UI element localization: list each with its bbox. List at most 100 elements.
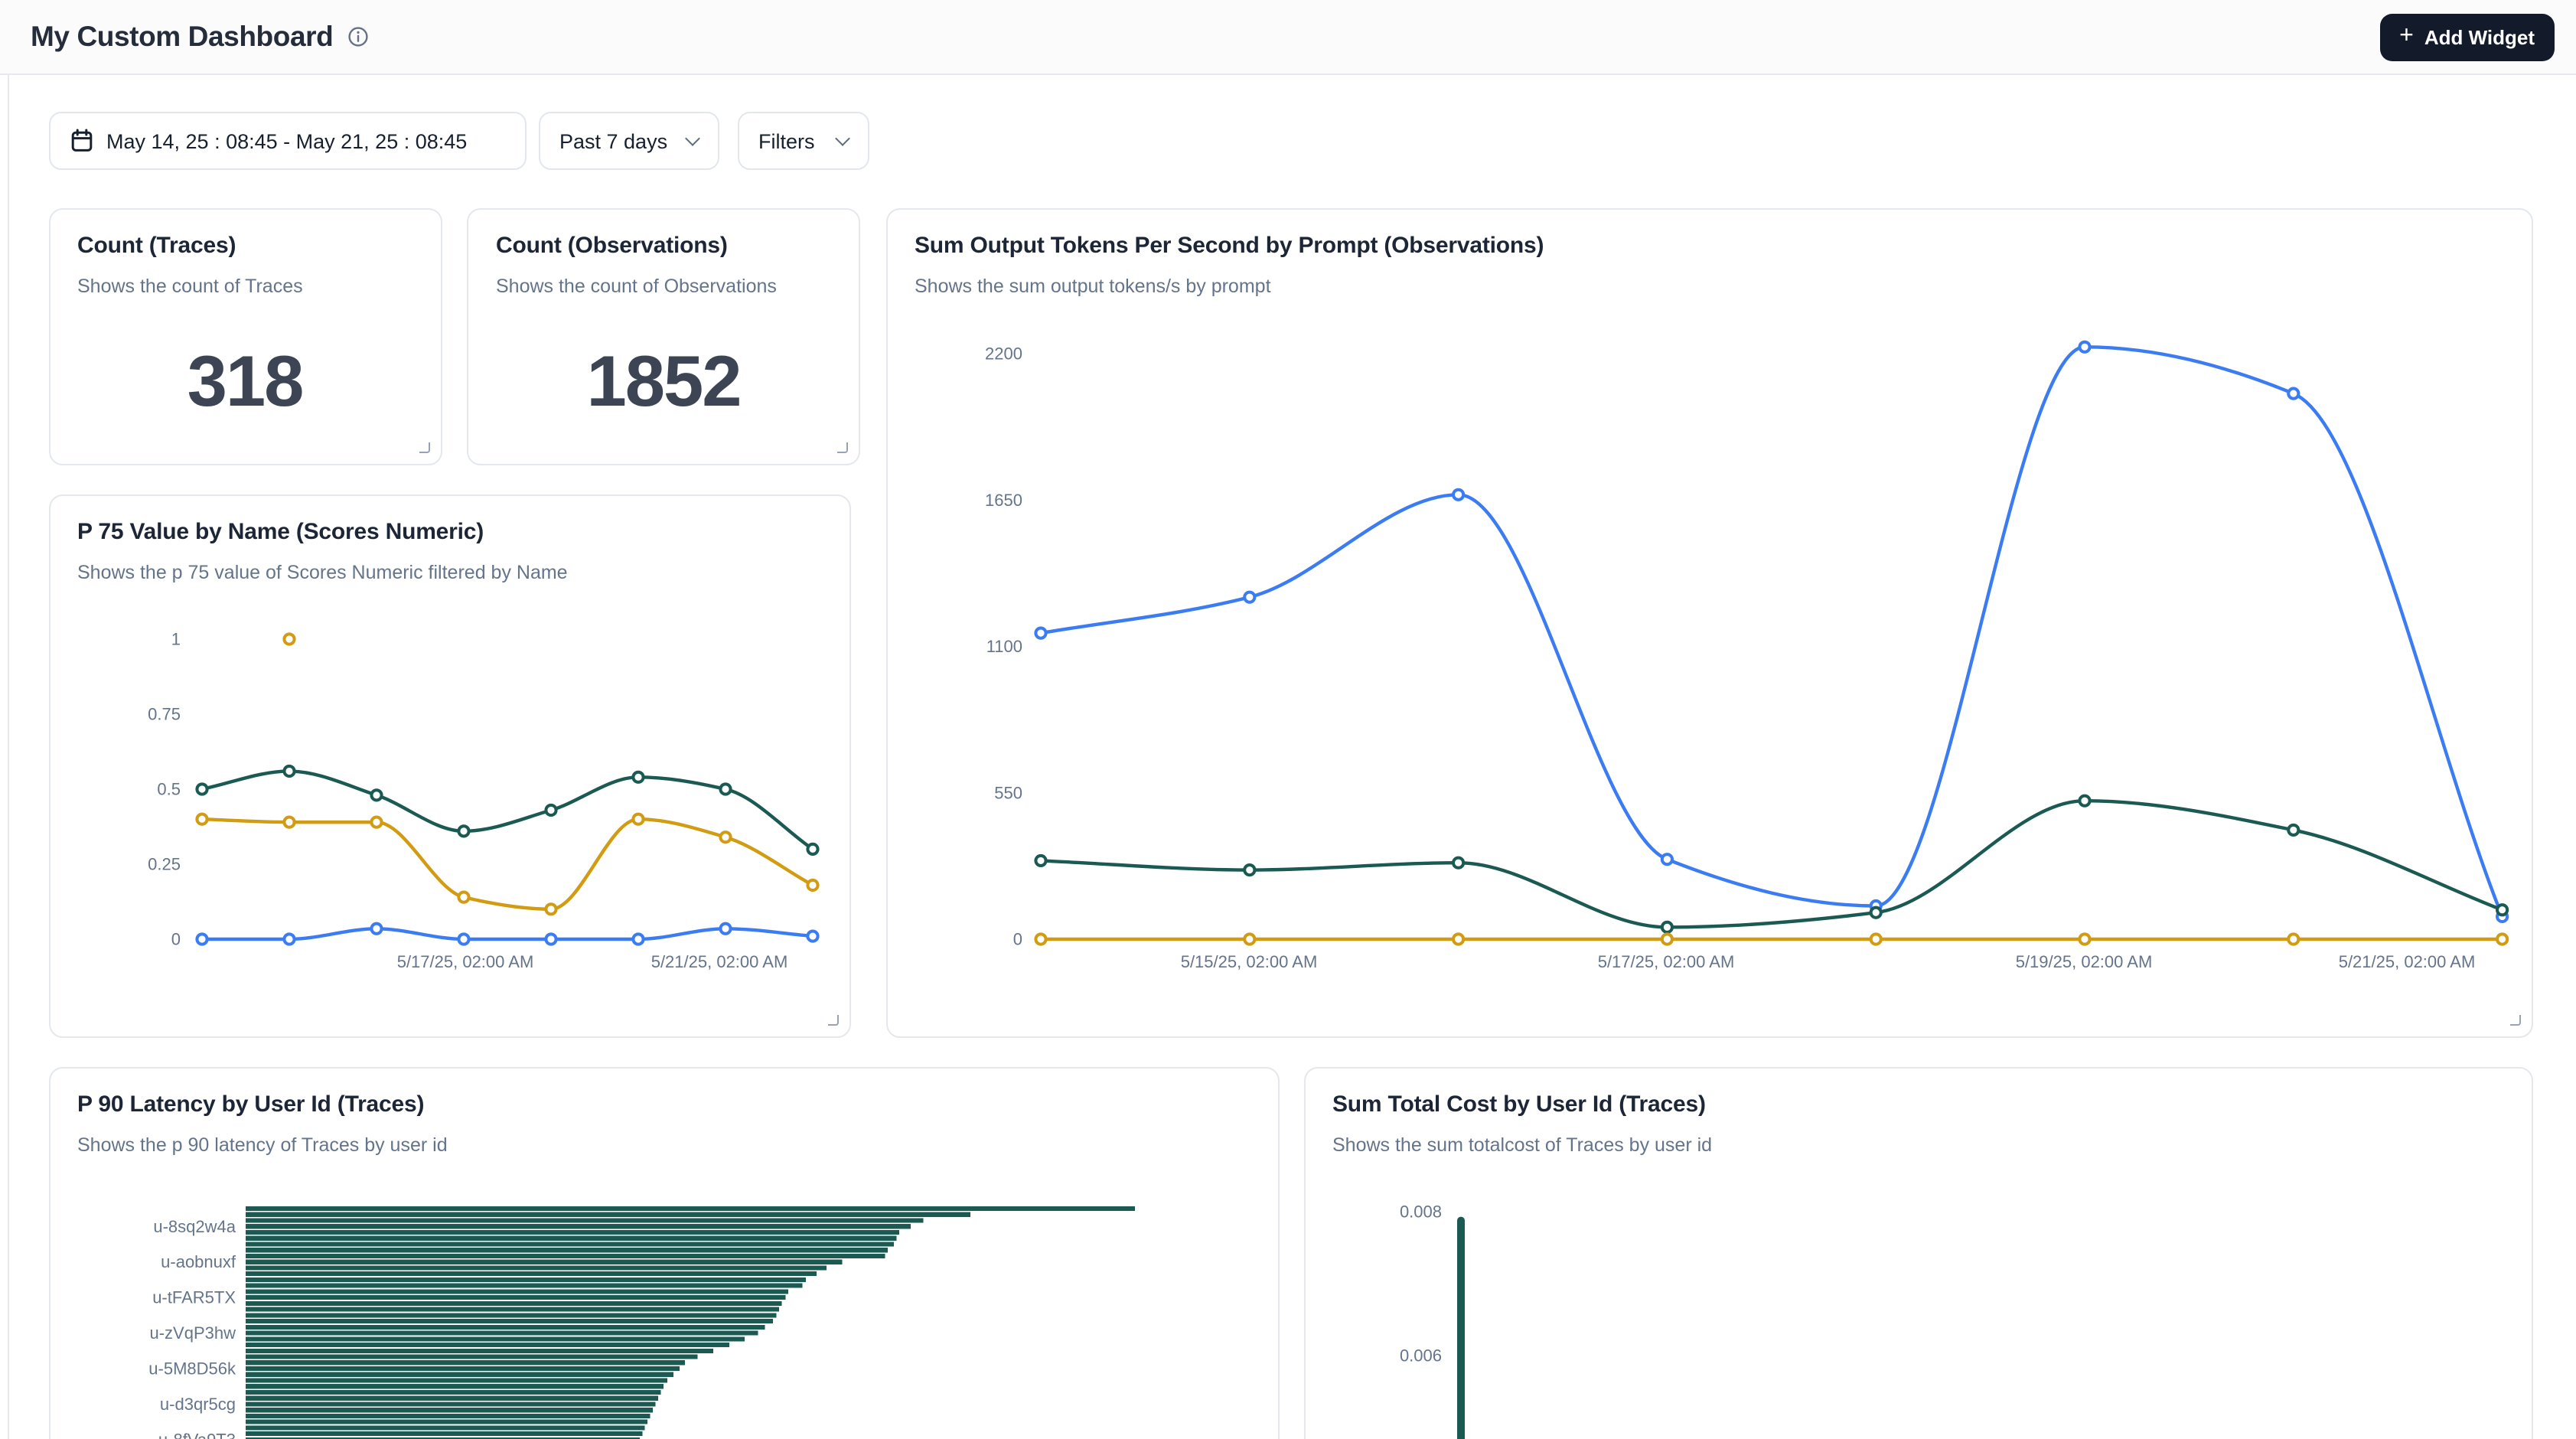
- data-point-marker: [1035, 628, 1045, 638]
- widget-count-observations: Count (Observations) Shows the count of …: [467, 208, 860, 465]
- latency-bar: [245, 1342, 729, 1346]
- x-axis-tick-label: 5/17/25, 02:00 AM: [1597, 952, 1734, 971]
- latency-bar: [245, 1277, 805, 1281]
- y-axis-tick-label: 0.75: [147, 704, 180, 723]
- data-point-marker: [807, 930, 817, 940]
- data-point-marker: [1244, 592, 1254, 602]
- data-point-marker: [1035, 856, 1045, 866]
- user-id-tick-label: u-8fVa9T3: [158, 1429, 235, 1439]
- y-axis-tick-label: 0.5: [156, 779, 180, 798]
- latency-bar: [245, 1377, 667, 1382]
- latency-bar: [245, 1407, 652, 1411]
- chevron-down-icon: [684, 130, 699, 145]
- data-point-marker: [458, 825, 468, 835]
- x-axis-tick-label: 5/21/25, 02:00 AM: [2338, 952, 2475, 971]
- y-axis-tick-label: 1100: [986, 637, 1022, 656]
- user-id-tick-label: u-8sq2w4a: [152, 1216, 235, 1235]
- filters-dropdown[interactable]: Filters: [737, 112, 869, 170]
- y-axis-tick-label: 0.006: [1399, 1346, 1441, 1365]
- latency-bar: [245, 1264, 826, 1269]
- y-axis-tick-label: 0.25: [147, 854, 180, 873]
- series-line-green-prompt: [1040, 801, 2502, 927]
- series-line-blue-prompt: [1040, 347, 2502, 916]
- tokens-line-chart[interactable]: 05501100165022005/15/25, 02:00 AM5/17/25…: [887, 210, 2531, 1035]
- data-point-marker: [1870, 908, 1880, 918]
- latency-bar: [245, 1247, 887, 1251]
- latency-bar: [245, 1318, 772, 1323]
- user-id-tick-label: u-5M8D56k: [148, 1359, 236, 1378]
- data-point-marker: [283, 933, 293, 943]
- latency-bar: [245, 1217, 922, 1222]
- latency-bar: [245, 1354, 696, 1359]
- data-point-marker: [370, 923, 380, 933]
- x-axis-tick-label: 5/19/25, 02:00 AM: [2015, 952, 2152, 971]
- latency-bar: [245, 1336, 744, 1340]
- p75-line-chart[interactable]: 0 0.25 0.5 0.75 1 5/17/25, 02:00 AM 5/21/25, 0…: [50, 495, 849, 1036]
- latency-bar: [245, 1307, 778, 1311]
- y-axis-tick-label: 0.008: [1399, 1202, 1441, 1221]
- add-widget-button[interactable]: + Add Widget: [2379, 14, 2555, 61]
- resize-handle-icon[interactable]: [837, 442, 848, 453]
- data-point-marker: [283, 633, 293, 643]
- chevron-down-icon: [834, 130, 849, 145]
- resize-handle-icon[interactable]: [2510, 1014, 2521, 1025]
- y-axis-tick-label: 1: [171, 629, 180, 648]
- latency-bar: [245, 1259, 842, 1264]
- data-point-marker: [719, 923, 729, 933]
- data-point-marker: [632, 814, 642, 824]
- data-point-marker: [2287, 389, 2297, 399]
- resize-handle-icon[interactable]: [419, 442, 429, 453]
- calendar-icon: [70, 129, 93, 153]
- data-point-marker: [196, 783, 206, 793]
- widget-p90-latency: P 90 Latency by User Id (Traces) Shows t…: [48, 1066, 1280, 1439]
- x-axis-tick-label: 5/21/25, 02:00 AM: [651, 951, 787, 971]
- latency-bar: [245, 1330, 757, 1335]
- info-icon[interactable]: [347, 26, 368, 47]
- data-point-marker: [807, 843, 817, 853]
- filters-label: Filters: [758, 129, 815, 152]
- data-point-marker: [1661, 854, 1671, 864]
- date-range-picker[interactable]: May 14, 25 : 08:45 - May 21, 25 : 08:45: [48, 112, 526, 170]
- range-preset-dropdown[interactable]: Past 7 days: [538, 112, 719, 170]
- latency-bar: [245, 1283, 801, 1287]
- user-id-tick-label: u-aobnuxf: [160, 1251, 236, 1271]
- data-point-marker: [2496, 934, 2506, 944]
- range-preset-value: Past 7 days: [559, 129, 667, 152]
- total-cost-bar-chart[interactable]: 0.008 0.006: [1305, 1068, 2531, 1439]
- data-point-marker: [545, 903, 555, 913]
- p90-bar-chart[interactable]: u-8sq2w4a u-aobnuxf u-tFAR5TX u-zVqP3hw u-5M…: [50, 1068, 1277, 1439]
- data-point-marker: [2496, 905, 2506, 915]
- y-axis-tick-label: 0: [171, 929, 180, 948]
- data-point-marker: [1453, 490, 1462, 500]
- user-id-tick-label: u-tFAR5TX: [152, 1287, 235, 1307]
- latency-bar: [245, 1383, 663, 1388]
- data-point-marker: [807, 879, 817, 889]
- resize-handle-icon[interactable]: [827, 1014, 838, 1025]
- latency-bar: [245, 1312, 776, 1317]
- latency-bar: [245, 1241, 893, 1245]
- latency-bar: [245, 1413, 650, 1418]
- data-point-marker: [632, 933, 642, 943]
- latency-bar: [245, 1271, 816, 1275]
- widget-title: Count (Observations): [496, 233, 728, 259]
- widget-total-cost: Sum Total Cost by User Id (Traces) Shows…: [1303, 1066, 2533, 1439]
- widget-subtitle: Shows the count of Traces: [77, 276, 303, 297]
- latency-bar: [245, 1401, 655, 1405]
- data-point-marker: [283, 765, 293, 775]
- data-point-marker: [2287, 934, 2297, 944]
- latency-bar: [245, 1229, 898, 1234]
- user-id-tick-label: u-zVqP3hw: [148, 1323, 235, 1342]
- widget-tokens-by-prompt: Sum Output Tokens Per Second by Prompt (…: [885, 208, 2533, 1037]
- x-axis-tick-label: 5/17/25, 02:00 AM: [396, 951, 533, 971]
- latency-bar: [245, 1431, 641, 1435]
- widget-count-traces: Count (Traces) Shows the count of Traces…: [48, 208, 442, 465]
- data-point-marker: [458, 933, 468, 943]
- latency-bar: [245, 1324, 765, 1329]
- metric-value: 1852: [468, 338, 859, 423]
- latency-bar: [245, 1288, 787, 1293]
- data-point-marker: [458, 892, 468, 902]
- latency-bar: [245, 1253, 884, 1258]
- top-bar: My Custom Dashboard + Add Widget: [0, 0, 2576, 75]
- latency-bar: [245, 1395, 657, 1400]
- latency-bar: [245, 1424, 644, 1429]
